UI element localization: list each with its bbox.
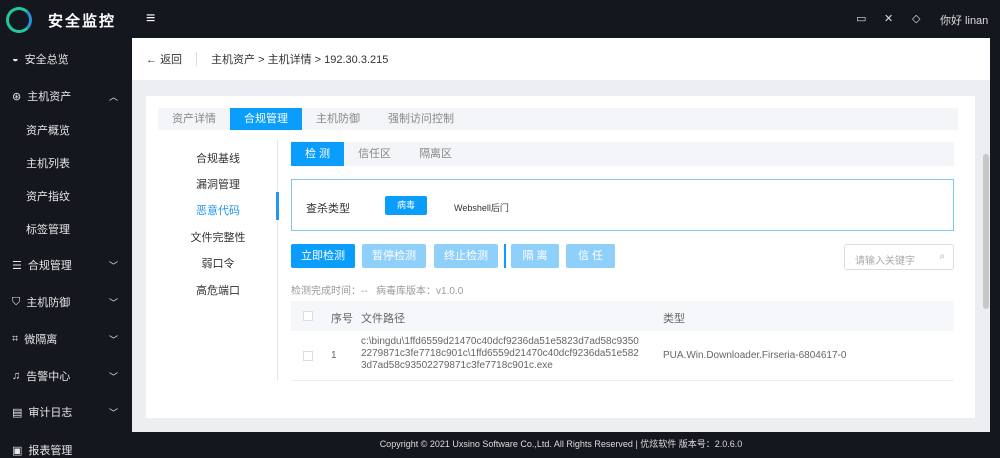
breadcrumb: ← 返回 主机资产 > 主机详情 > 192.30.3.215: [132, 38, 990, 80]
sidebar-item-host-defense[interactable]: ⛉ 主机防御 ﹀: [12, 294, 122, 310]
sidebar-item-host-list[interactable]: 主机列表: [26, 155, 136, 171]
scrollbar[interactable]: [983, 154, 989, 309]
detect-now-button[interactable]: 立即检测: [291, 244, 355, 268]
menu-toggle-icon[interactable]: ≡: [146, 10, 155, 28]
chevron-down-icon: ﹀: [108, 371, 118, 382]
file-path: c:\bingdu\1ffd6559d21470c40dcf9236da51e5…: [361, 336, 639, 371]
monitor-icon[interactable]: ▭: [856, 12, 866, 25]
sidebar-item-host-assets[interactable]: ⊛ 主机资产 ︿: [12, 88, 122, 104]
scan-type-label: 查杀类型: [306, 203, 350, 215]
bracket-icon: ⌗: [12, 332, 19, 345]
detail-card: 资产详情 合规管理 主机防御 强制访问控制 合规基线 漏洞管理 恶意代码 文件完…: [146, 96, 989, 418]
malware-type: PUA.Win.Downloader.Firseria-6804617-0: [663, 350, 847, 361]
sidebar-item-tags[interactable]: 标签管理: [26, 221, 136, 237]
chevron-down-icon: ﹀: [108, 334, 118, 345]
sidebar-item-audit-log[interactable]: ▤ 审计日志 ﹀: [12, 404, 122, 420]
fullscreen-icon[interactable]: ✕: [884, 12, 893, 25]
scan-info: 检测完成时间：-- 病毒库版本：v1.0.0: [291, 286, 464, 297]
chevron-down-icon: ﹀: [108, 297, 118, 308]
option-webshell[interactable]: Webshell后门: [454, 201, 509, 214]
nav-file-integrity[interactable]: 文件完整性: [158, 229, 278, 245]
divider: [504, 244, 506, 268]
table-header: 序号 文件路径 类型: [291, 301, 954, 331]
pause-detect-button[interactable]: 暂停检测: [362, 244, 426, 268]
sidebar-item-alerts[interactable]: ♫ 告警中心 ﹀: [12, 368, 122, 384]
stop-detect-button[interactable]: 终止检测: [434, 244, 498, 268]
tab-trust-zone[interactable]: 信任区: [344, 142, 405, 166]
tab-quarantine[interactable]: 隔离区: [405, 142, 466, 166]
row-checkbox[interactable]: [303, 351, 313, 361]
bell-icon: ♫: [12, 370, 21, 382]
main-content: ← 返回 主机资产 > 主机详情 > 192.30.3.215 资产详情 合规管…: [132, 38, 990, 432]
list-icon: ☰: [12, 259, 22, 272]
nav-malware[interactable]: 恶意代码: [158, 202, 278, 218]
nav-baseline[interactable]: 合规基线: [158, 150, 278, 166]
tab-detect[interactable]: 检 测: [291, 142, 345, 166]
active-indicator: [276, 192, 279, 220]
sub-tabs: 检 测 信任区 隔离区: [291, 142, 954, 166]
sidebar-item-compliance[interactable]: ☰ 合规管理 ﹀: [12, 257, 122, 273]
nav-weak-password[interactable]: 弱口令: [158, 255, 278, 271]
chevron-up-icon: ︿: [108, 91, 118, 102]
nav-risky-ports[interactable]: 高危端口: [158, 282, 278, 298]
sidebar-item-micro-isolation[interactable]: ⌗ 微隔离 ﹀: [12, 331, 122, 347]
cube-icon: ⊛: [12, 90, 22, 103]
table-row: 1 c:\bingdu\1ffd6559d21470c40dcf9236da51…: [291, 331, 954, 381]
trust-button[interactable]: 信 任: [566, 244, 615, 268]
shield-icon: ⛉: [12, 295, 21, 308]
option-virus[interactable]: 病毒: [385, 196, 427, 215]
sidebar-item-asset-fingerprint[interactable]: 资产指纹: [26, 188, 136, 204]
tab-compliance[interactable]: 合规管理: [230, 108, 302, 130]
chevron-down-icon: ﹀: [108, 407, 118, 418]
tab-host-defense[interactable]: 主机防御: [302, 108, 374, 130]
footer: Copyright © 2021 Uxsino Software Co.,Ltd…: [379, 439, 743, 449]
top-bar: 安全监控 ≡ ▭ ✕ ◇ 你好 linan: [0, 0, 1000, 38]
back-link[interactable]: ← 返回: [146, 51, 182, 67]
nav-vulnerability[interactable]: 漏洞管理: [158, 176, 278, 192]
user-greeting[interactable]: 你好 linan: [940, 12, 988, 28]
search-icon: ⌕: [939, 251, 945, 262]
tab-access-control[interactable]: 强制访问控制: [374, 108, 468, 130]
compliance-nav: 合规基线 漏洞管理 恶意代码 文件完整性 弱口令 高危端口: [158, 140, 279, 380]
divider: [196, 52, 198, 66]
tab-asset-details[interactable]: 资产详情: [158, 108, 230, 130]
breadcrumb-path: 主机资产 > 主机详情 > 192.30.3.215: [211, 54, 389, 66]
sidebar-item-reports[interactable]: ▣ 报表管理: [12, 442, 122, 458]
search-input[interactable]: 请输入关键字 ⌕: [844, 244, 954, 270]
brand-title: 安全监控: [48, 13, 117, 30]
sidebar-item-asset-overview[interactable]: 资产概览: [26, 122, 136, 138]
chevron-down-icon: ﹀: [108, 260, 118, 271]
scan-type-box: 查杀类型 病毒 Webshell后门: [291, 179, 954, 231]
report-icon: ▣: [12, 444, 23, 457]
quarantine-button[interactable]: 隔 离: [511, 244, 559, 268]
select-all-checkbox[interactable]: [303, 311, 313, 321]
log-icon: ▤: [12, 406, 23, 419]
sidebar-item-overview[interactable]: ◒ 安全总览: [12, 51, 122, 67]
main-tabs: 资产详情 合规管理 主机防御 强制访问控制: [158, 108, 958, 130]
sidebar: ◒ 安全总览 ⊛ 主机资产 ︿ 资产概览 主机列表 资产指纹 标签管理 ☰ 合规管理 ﹀ …: [0, 38, 132, 457]
dashboard-icon: ◒: [12, 53, 19, 65]
logo-icon: [6, 7, 32, 33]
diamond-icon[interactable]: ◇: [912, 12, 920, 25]
